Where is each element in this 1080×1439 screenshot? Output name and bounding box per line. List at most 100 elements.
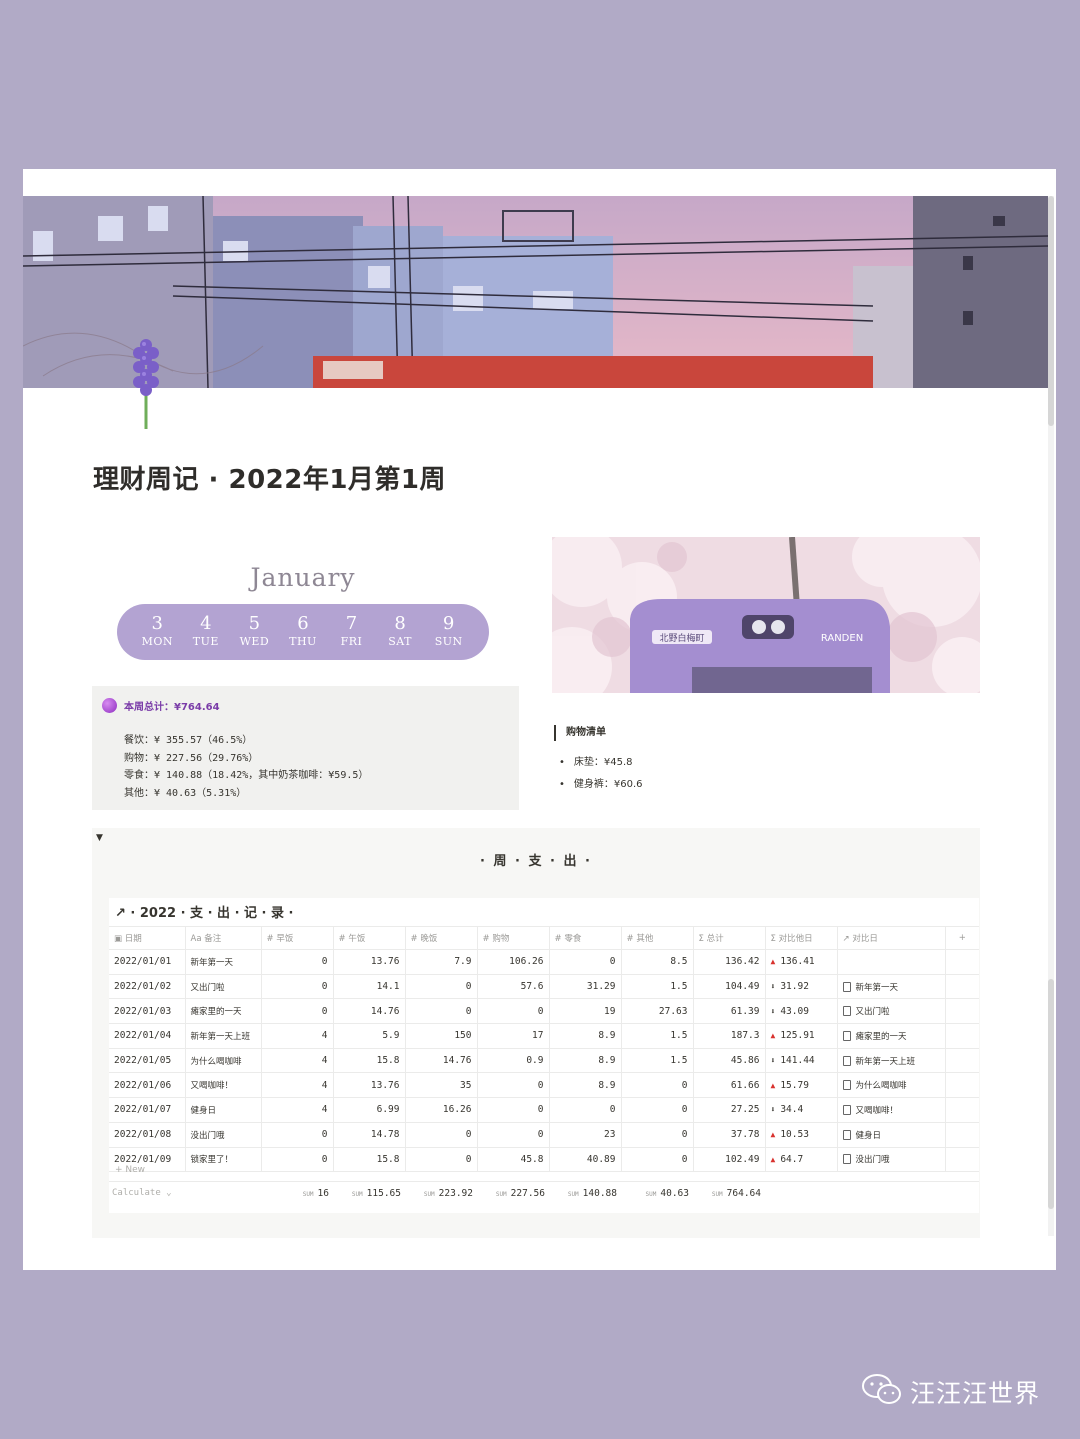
cell-snack[interactable]: 0	[549, 949, 622, 975]
cell-other[interactable]: 1.5	[621, 1023, 694, 1049]
cell-shopping[interactable]: 0	[477, 998, 550, 1025]
cell-date[interactable]: 2022/01/05	[109, 1048, 186, 1074]
cell-note[interactable]: 又出门啦	[185, 974, 262, 1000]
col-total[interactable]: Σ 总计	[693, 926, 766, 950]
cell-compare[interactable]: 新年第一天上班	[837, 1048, 946, 1074]
sum-lunch[interactable]: SUM 115.65	[333, 1188, 401, 1199]
cell-diff[interactable]: ⬇ 31.92	[765, 974, 838, 1000]
col-lunch[interactable]: # 午饭	[333, 926, 406, 950]
table-row[interactable]: 2022/01/03 瘫家里的一天 0 14.76 0 0 19 27.63 61.39 ⬇ 43.…	[109, 998, 979, 1025]
shopping-item[interactable]: 健身裤：¥60.6	[559, 774, 643, 796]
compare-link[interactable]: 健身日	[856, 1131, 882, 1141]
cell-empty[interactable]	[945, 1122, 979, 1148]
cell-shopping[interactable]: 17	[477, 1023, 550, 1049]
cell-lunch[interactable]: 13.76	[333, 949, 406, 975]
cell-note[interactable]: 又喝咖啡！	[185, 1072, 262, 1099]
cell-shopping[interactable]: 57.6	[477, 974, 550, 1000]
cell-compare[interactable]: 又出门啦	[837, 998, 946, 1025]
cell-other[interactable]: 1.5	[621, 1048, 694, 1074]
cell-dinner[interactable]: 7.9	[405, 949, 478, 975]
cell-shopping[interactable]: 0.9	[477, 1048, 550, 1074]
table-row[interactable]: 2022/01/04 新年第一天上班 4 5.9 150 17 8.9 1.5 187.3 ▲ 12…	[109, 1023, 979, 1049]
calculate-button[interactable]: Calculate ⌄	[112, 1188, 172, 1198]
cell-other[interactable]: 27.63	[621, 998, 694, 1025]
cell-shopping[interactable]: 0	[477, 1122, 550, 1148]
cell-breakfast[interactable]: 4	[261, 1097, 334, 1123]
cell-empty[interactable]	[945, 949, 979, 975]
cell-dinner[interactable]: 16.26	[405, 1097, 478, 1123]
cell-total[interactable]: 27.25	[693, 1097, 766, 1123]
cell-other[interactable]: 0	[621, 1122, 694, 1148]
cell-snack[interactable]: 23	[549, 1122, 622, 1148]
col-compare[interactable]: ↗ 对比日	[837, 926, 946, 950]
compare-link[interactable]: 又喝咖啡！	[856, 1106, 899, 1116]
cell-diff[interactable]: ⬇ 43.09	[765, 998, 838, 1025]
cell-shopping[interactable]: 0	[477, 1072, 550, 1099]
cell-total[interactable]: 102.49	[693, 1147, 766, 1173]
cell-date[interactable]: 2022/01/03	[109, 998, 186, 1025]
summary-callout[interactable]: 本周总计：¥764.64 餐饮：¥ 355.57（46.5%） 购物：¥ 227…	[92, 686, 519, 810]
cell-total[interactable]: 45.86	[693, 1048, 766, 1074]
cell-dinner[interactable]: 0	[405, 974, 478, 1000]
cell-compare[interactable]: 为什么喝咖啡	[837, 1072, 946, 1099]
sum-breakfast[interactable]: SUM 16	[261, 1188, 329, 1199]
cell-diff[interactable]: ▲ 15.79	[765, 1072, 838, 1099]
cell-note[interactable]: 为什么喝咖啡	[185, 1048, 262, 1074]
cell-empty[interactable]	[945, 1072, 979, 1099]
table-row[interactable]: 2022/01/01 新年第一天 0 13.76 7.9 106.26 0 8.5 136.42…	[109, 949, 979, 975]
compare-link[interactable]: 为什么喝咖啡	[856, 1081, 907, 1091]
compare-link[interactable]: 新年第一天上班	[856, 1057, 916, 1067]
cell-total[interactable]: 61.39	[693, 998, 766, 1025]
compare-link[interactable]: 新年第一天	[856, 983, 899, 993]
cell-date[interactable]: 2022/01/02	[109, 974, 186, 1000]
cell-other[interactable]: 1.5	[621, 974, 694, 1000]
cell-lunch[interactable]: 15.8	[333, 1147, 406, 1173]
sum-total[interactable]: SUM 764.64	[693, 1188, 761, 1199]
col-note[interactable]: Aa 备注	[185, 926, 262, 950]
cell-lunch[interactable]: 5.9	[333, 1023, 406, 1049]
cell-note[interactable]: 锁家里了！	[185, 1147, 262, 1173]
cell-total[interactable]: 61.66	[693, 1072, 766, 1099]
cell-diff[interactable]: ▲ 10.53	[765, 1122, 838, 1148]
cell-lunch[interactable]: 14.78	[333, 1122, 406, 1148]
tram-photo[interactable]: 北野白梅町 RANDEN	[552, 537, 980, 693]
cell-breakfast[interactable]: 4	[261, 1048, 334, 1074]
cell-compare[interactable]: 健身日	[837, 1122, 946, 1148]
cell-note[interactable]: 新年第一天	[185, 949, 262, 975]
cell-empty[interactable]	[945, 1048, 979, 1074]
cell-diff[interactable]: ▲ 136.41	[765, 949, 838, 975]
cell-snack[interactable]: 0	[549, 1097, 622, 1123]
cell-date[interactable]: 2022/01/06	[109, 1072, 186, 1099]
table-row[interactable]: 2022/01/05 为什么喝咖啡 4 15.8 14.76 0.9 8.9 1.5 45.86…	[109, 1048, 979, 1074]
cell-date[interactable]: 2022/01/01	[109, 949, 186, 975]
table-row[interactable]: 2022/01/08 没出门哦 0 14.78 0 0 23 0 37.78 ▲ 10.53 健身日	[109, 1122, 979, 1148]
col-shopping[interactable]: # 购物	[477, 926, 550, 950]
table-row[interactable]: 2022/01/07 健身日 4 6.99 16.26 0 0 0 27.25 ⬇ 34.4 又喝咖啡…	[109, 1097, 979, 1123]
cell-snack[interactable]: 8.9	[549, 1072, 622, 1099]
cell-note[interactable]: 健身日	[185, 1097, 262, 1123]
shopping-item[interactable]: 床垫：¥45.8	[559, 752, 643, 774]
cell-breakfast[interactable]: 0	[261, 998, 334, 1025]
page-title[interactable]: 理财周记 · 2022年1月第1周	[93, 459, 446, 496]
cell-breakfast[interactable]: 0	[261, 1122, 334, 1148]
cell-snack[interactable]: 40.89	[549, 1147, 622, 1173]
cell-compare[interactable]: 瘫家里的一天	[837, 1023, 946, 1049]
cell-diff[interactable]: ⬇ 141.44	[765, 1048, 838, 1074]
add-column-button[interactable]: +	[945, 926, 979, 950]
cell-breakfast[interactable]: 0	[261, 1147, 334, 1173]
cell-other[interactable]: 0	[621, 1147, 694, 1173]
cell-breakfast[interactable]: 4	[261, 1072, 334, 1099]
cell-compare[interactable]: 没出门哦	[837, 1147, 946, 1173]
cell-date[interactable]: 2022/01/04	[109, 1023, 186, 1049]
sum-dinner[interactable]: SUM 223.92	[405, 1188, 473, 1199]
col-other[interactable]: # 其他	[621, 926, 694, 950]
cell-lunch[interactable]: 14.76	[333, 998, 406, 1025]
cell-dinner[interactable]: 14.76	[405, 1048, 478, 1074]
cell-dinner[interactable]: 150	[405, 1023, 478, 1049]
toggle-arrow-icon[interactable]: ▼	[96, 833, 103, 843]
cell-note[interactable]: 没出门哦	[185, 1122, 262, 1148]
cell-empty[interactable]	[945, 1097, 979, 1123]
compare-link[interactable]: 又出门啦	[856, 1007, 890, 1017]
scrollbar-thumb-lower[interactable]	[1048, 979, 1054, 1209]
cell-shopping[interactable]: 0	[477, 1097, 550, 1123]
